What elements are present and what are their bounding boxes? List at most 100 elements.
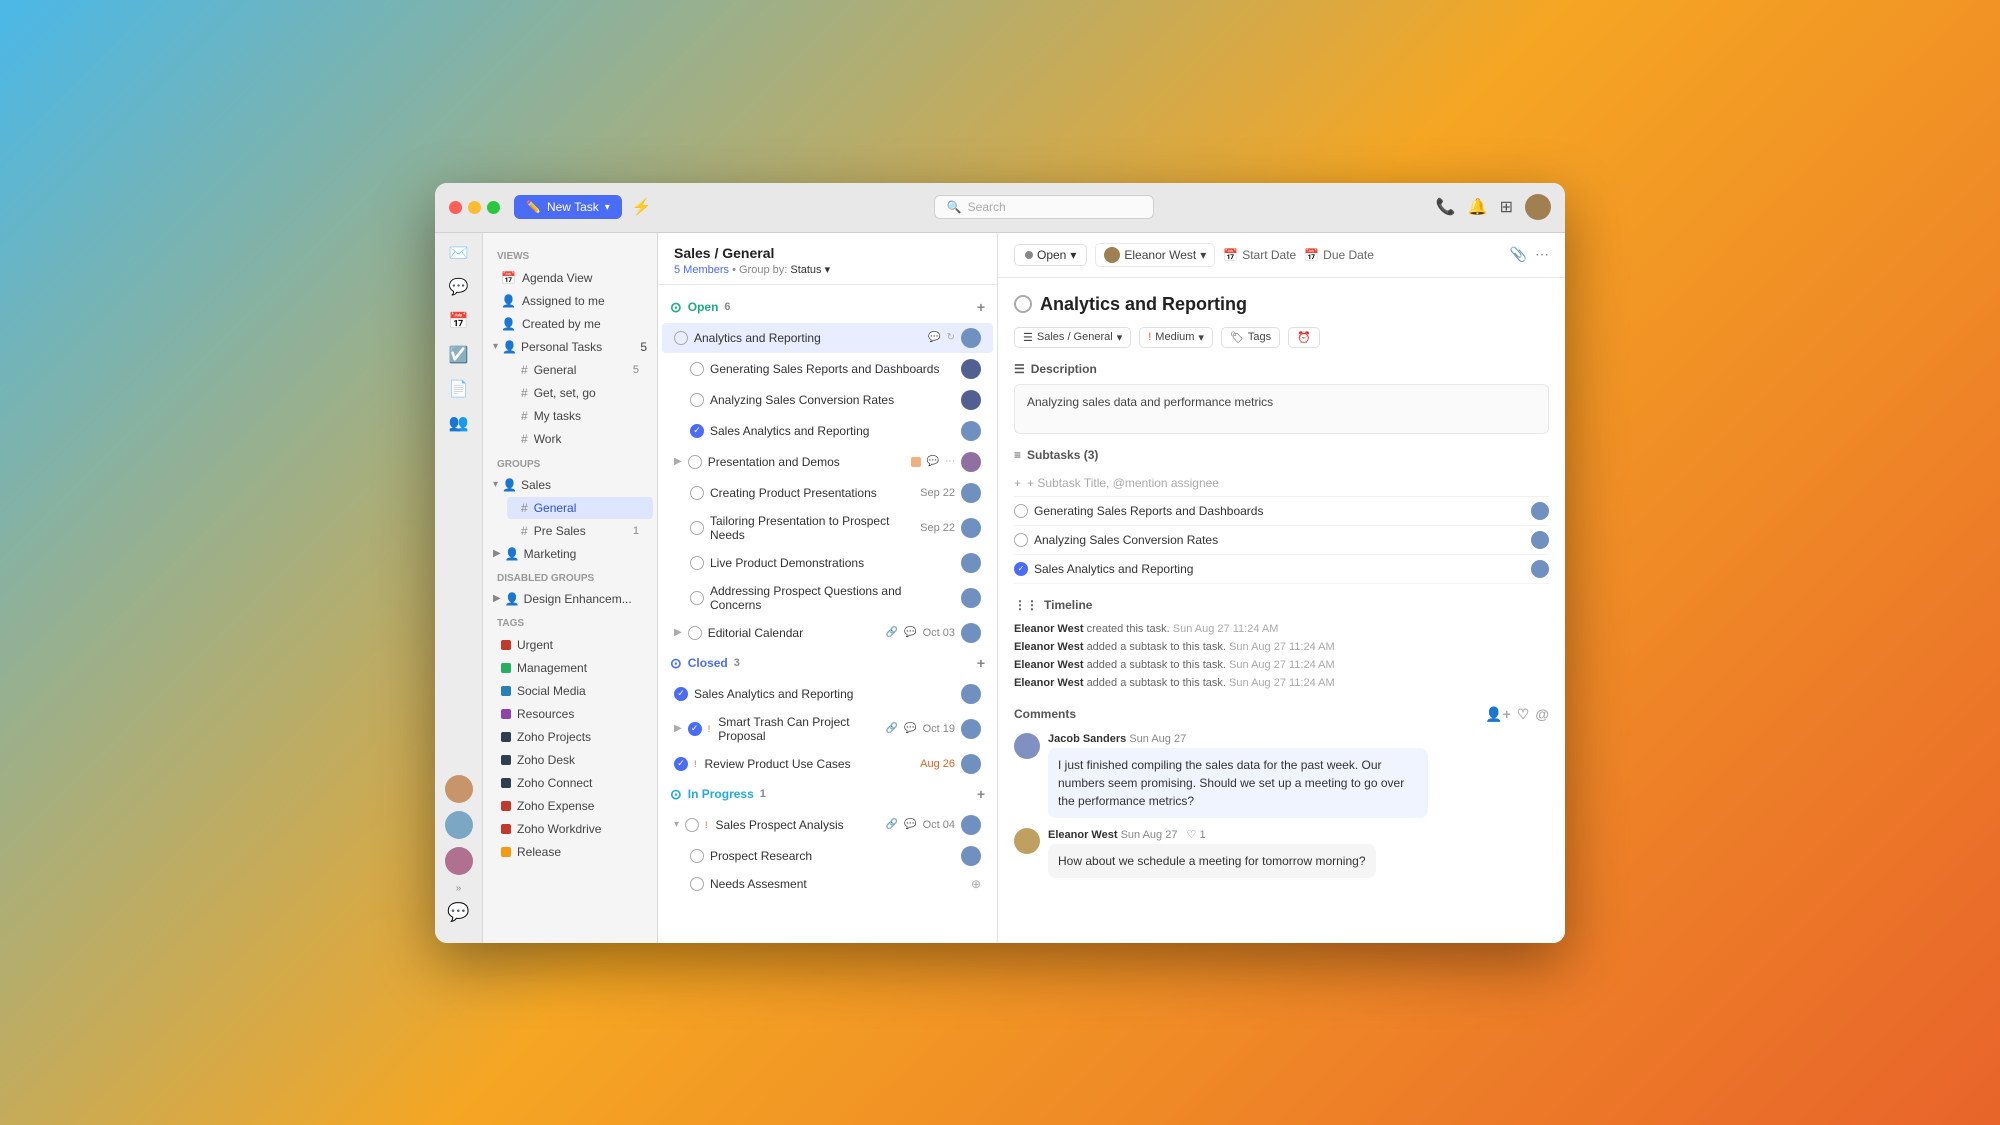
close-button[interactable] [449, 201, 462, 214]
search-bar[interactable]: 🔍 Search [934, 195, 1154, 219]
calendar-icon[interactable]: 📅 [449, 311, 469, 331]
task-smart-trash[interactable]: ▶ ! Smart Trash Can Project Proposal 🔗 💬… [662, 710, 993, 748]
description-box[interactable]: Analyzing sales data and performance met… [1014, 384, 1549, 434]
members-link[interactable]: 5 Members [674, 264, 729, 276]
open-group-header[interactable]: ⊙ Open 6 + [658, 293, 997, 322]
docs-icon[interactable]: 📄 [449, 379, 469, 399]
subtask-check-3[interactable] [1014, 562, 1028, 576]
task-check-generating[interactable] [690, 362, 704, 376]
priority-tag[interactable]: ! Medium ▾ [1139, 327, 1213, 348]
sidebar-item-assigned[interactable]: 👤 Assigned to me [487, 290, 653, 312]
tag-zoho-expense[interactable]: Zoho Expense [487, 795, 653, 817]
subtask-3[interactable]: Sales Analytics and Reporting [1014, 555, 1549, 584]
tag-zoho-projects[interactable]: Zoho Projects [487, 726, 653, 748]
task-check-review[interactable] [674, 757, 688, 771]
task-tailoring[interactable]: Tailoring Presentation to Prospect Needs… [662, 509, 993, 547]
reminder-tag[interactable]: ⏰ [1288, 327, 1320, 348]
task-editorial[interactable]: ▶ Editorial Calendar 🔗 💬 Oct 03 [662, 618, 993, 648]
task-check-tailoring[interactable] [690, 521, 704, 535]
tag-urgent[interactable]: Urgent [487, 634, 653, 656]
task-generating-reports[interactable]: Generating Sales Reports and Dashboards [662, 354, 993, 384]
subtask-check-2[interactable] [1014, 533, 1028, 547]
task-creating-presentations[interactable]: Creating Product Presentations Sep 22 [662, 478, 993, 508]
task-analytics-and-reporting[interactable]: Analytics and Reporting 💬 ↻ [662, 323, 993, 353]
task-check-presentation-group[interactable] [688, 455, 702, 469]
add-person-icon[interactable]: 👤+ [1485, 706, 1511, 723]
sidebar-item-presales[interactable]: # Pre Sales 1 [507, 520, 653, 542]
task-sales-prospect[interactable]: ▾ ! Sales Prospect Analysis 🔗 💬 Oct 04 [662, 810, 993, 840]
task-live-demos[interactable]: Live Product Demonstrations [662, 548, 993, 578]
subtask-2[interactable]: Analyzing Sales Conversion Rates [1014, 526, 1549, 555]
task-closed-sales-analytics[interactable]: Sales Analytics and Reporting [662, 679, 993, 709]
sidebar-item-mytasks[interactable]: # My tasks [507, 405, 653, 427]
minimize-button[interactable] [468, 201, 481, 214]
group-by-status[interactable]: Status ▾ [790, 264, 830, 276]
task-sales-analytics[interactable]: Sales Analytics and Reporting [662, 416, 993, 446]
task-check-needs[interactable] [690, 877, 704, 891]
heart-icon[interactable]: ♡ [1517, 706, 1530, 723]
assignee-button[interactable]: Eleanor West ▾ [1095, 243, 1215, 267]
avatar-2[interactable] [445, 811, 473, 839]
task-check-analytics[interactable] [674, 331, 688, 345]
task-check-closed-1[interactable] [674, 687, 688, 701]
task-check-sales-analytics[interactable] [690, 424, 704, 438]
sidebar-group-sales[interactable]: ▾ 👤 Sales [483, 474, 657, 496]
task-presentation-group[interactable]: ▶ Presentation and Demos 💬 ⋯ [662, 447, 993, 477]
lightning-icon[interactable]: ⚡ [632, 197, 652, 217]
task-check-creating[interactable] [690, 486, 704, 500]
task-check-smart-trash[interactable] [688, 722, 702, 736]
tags-tag[interactable]: 🏷 Tags [1221, 327, 1280, 348]
sidebar-item-agenda[interactable]: 📅 Agenda View [487, 267, 653, 289]
user-avatar[interactable] [1525, 194, 1551, 220]
open-status-button[interactable]: Open ▾ [1014, 244, 1087, 266]
task-analyzing-sales[interactable]: Analyzing Sales Conversion Rates [662, 385, 993, 415]
start-date-button[interactable]: 📅 Start Date [1223, 248, 1296, 262]
inbox-icon[interactable]: ✉️ [449, 243, 469, 263]
tag-resources[interactable]: Resources [487, 703, 653, 725]
tasks-icon[interactable]: ☑️ [449, 345, 469, 365]
task-check-analyzing[interactable] [690, 393, 704, 407]
sidebar-group-marketing[interactable]: ▶ 👤 Marketing [483, 543, 657, 565]
due-date-button[interactable]: 📅 Due Date [1304, 248, 1374, 262]
add-progress-task-button[interactable]: + [977, 786, 985, 802]
new-task-button[interactable]: ✏️ New Task ▾ [514, 195, 622, 219]
sidebar-item-created[interactable]: 👤 Created by me [487, 313, 653, 335]
sidebar-item-general[interactable]: # General 5 [507, 359, 653, 381]
task-addressing[interactable]: Addressing Prospect Questions and Concer… [662, 579, 993, 617]
tag-comment-icon[interactable]: @ [1535, 706, 1549, 723]
attachment-icon[interactable]: 📎 [1510, 246, 1527, 263]
sidebar-item-sales-general[interactable]: # General [507, 497, 653, 519]
add-open-task-button[interactable]: + [977, 299, 985, 315]
closed-group-header[interactable]: ⊙ Closed 3 + [658, 649, 997, 678]
task-check-editorial[interactable] [688, 626, 702, 640]
in-progress-group-header[interactable]: ⊙ In Progress 1 + [658, 780, 997, 809]
task-check-live[interactable] [690, 556, 704, 570]
sidebar-item-getsetgo[interactable]: # Get, set, go [507, 382, 653, 404]
tag-zoho-workdrive[interactable]: Zoho Workdrive [487, 818, 653, 840]
task-needs-assessment[interactable]: Needs Assesment ⊕ [662, 872, 993, 896]
subtask-1[interactable]: Generating Sales Reports and Dashboards [1014, 497, 1549, 526]
avatar-1[interactable] [445, 775, 473, 803]
avatar-3[interactable] [445, 847, 473, 875]
maximize-button[interactable] [487, 201, 500, 214]
task-check-prospect[interactable] [685, 818, 699, 832]
sidebar-group-design[interactable]: ▶ 👤 Design Enhancem... [483, 588, 657, 610]
subtask-input-row[interactable]: + + Subtask Title, @mention assignee [1014, 470, 1549, 497]
add-subtask-icon[interactable]: ⊕ [971, 877, 981, 891]
phone-icon[interactable]: 📞 [1436, 197, 1456, 217]
task-prospect-research[interactable]: Prospect Research [662, 841, 993, 871]
tag-zoho-connect[interactable]: Zoho Connect [487, 772, 653, 794]
sidebar-group-personal[interactable]: ▾ 👤 Personal Tasks 5 [483, 336, 657, 358]
layout-icon[interactable]: ⊞ [1500, 197, 1513, 217]
tag-management[interactable]: Management [487, 657, 653, 679]
task-check-research[interactable] [690, 849, 704, 863]
expand-icon[interactable]: » [456, 883, 462, 894]
add-closed-task-button[interactable]: + [977, 655, 985, 671]
list-path-tag[interactable]: ☰ Sales / General ▾ [1014, 327, 1131, 348]
tag-social[interactable]: Social Media [487, 680, 653, 702]
people-icon[interactable]: 👥 [449, 413, 469, 433]
task-review-product[interactable]: ! Review Product Use Cases Aug 26 [662, 749, 993, 779]
chat-icon[interactable]: 💬 [449, 277, 469, 297]
bell-icon[interactable]: 🔔 [1468, 197, 1488, 217]
subtask-check-1[interactable] [1014, 504, 1028, 518]
